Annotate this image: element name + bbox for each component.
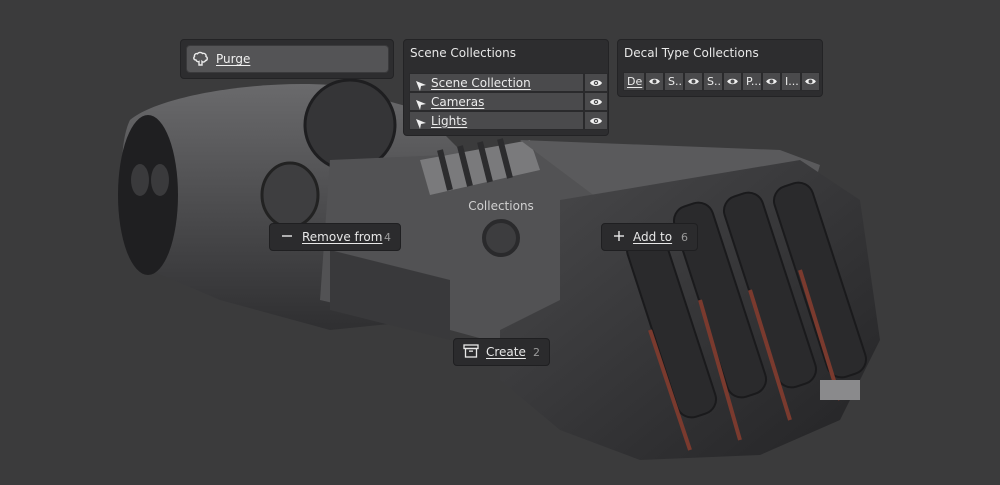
eye-icon[interactable] xyxy=(584,92,608,111)
collection-label: Lights xyxy=(431,113,468,128)
eye-icon[interactable] xyxy=(645,72,664,91)
collection-item-cameras[interactable]: Cameras xyxy=(409,92,584,111)
create-button[interactable]: Create 2 xyxy=(453,338,550,366)
eye-icon[interactable] xyxy=(801,72,820,91)
decal-collection-item[interactable]: S... xyxy=(664,72,684,91)
collection-item-scene-collection[interactable]: Scene Collection xyxy=(409,73,584,92)
collection-label: Cameras xyxy=(431,94,485,109)
purge-label: Purge xyxy=(216,52,251,66)
create-label: Create xyxy=(486,345,526,359)
purge-button[interactable]: Purge xyxy=(186,45,389,73)
decal-collection-item[interactable]: I... xyxy=(781,72,801,91)
plus-icon xyxy=(613,230,625,245)
decal-collection-item[interactable]: S... xyxy=(703,72,723,91)
add-to-button[interactable]: Add to 6 xyxy=(601,223,698,251)
eye-icon[interactable] xyxy=(762,72,781,91)
cursor-arrow-icon xyxy=(415,96,427,110)
remove-from-hotkey: 4 xyxy=(384,231,391,244)
decal-type-collections-title: Decal Type Collections xyxy=(624,46,759,60)
collection-label: Scene Collection xyxy=(431,75,531,90)
collection-item-lights[interactable]: Lights xyxy=(409,111,584,130)
remove-from-label: Remove from xyxy=(302,230,383,244)
minus-icon xyxy=(281,230,293,245)
add-to-label: Add to xyxy=(633,230,673,244)
add-to-hotkey: 6 xyxy=(681,231,688,244)
eye-icon[interactable] xyxy=(723,72,742,91)
cursor-arrow-icon xyxy=(415,77,427,91)
purge-panel: Purge xyxy=(180,39,394,79)
pie-menu-title: Collections xyxy=(468,199,534,213)
pie-menu-center xyxy=(482,219,520,257)
cursor-arrow-icon xyxy=(415,115,427,129)
eye-icon[interactable] xyxy=(584,73,608,92)
scene-collections-title: Scene Collections xyxy=(410,46,517,60)
eye-icon[interactable] xyxy=(684,72,703,91)
eye-icon[interactable] xyxy=(584,111,608,130)
brain-icon xyxy=(192,50,210,68)
decal-collection-item[interactable]: P... xyxy=(742,72,762,91)
scene-collections-panel: Scene Collections Scene Collection Camer… xyxy=(403,39,609,136)
3d-viewport[interactable]: Purge Scene Collections Scene Collection… xyxy=(0,0,1000,485)
archive-box-icon xyxy=(463,343,479,361)
decal-collection-item[interactable]: De xyxy=(623,72,645,91)
remove-from-button[interactable]: Remove from 4 xyxy=(269,223,401,251)
create-hotkey: 2 xyxy=(533,346,540,359)
